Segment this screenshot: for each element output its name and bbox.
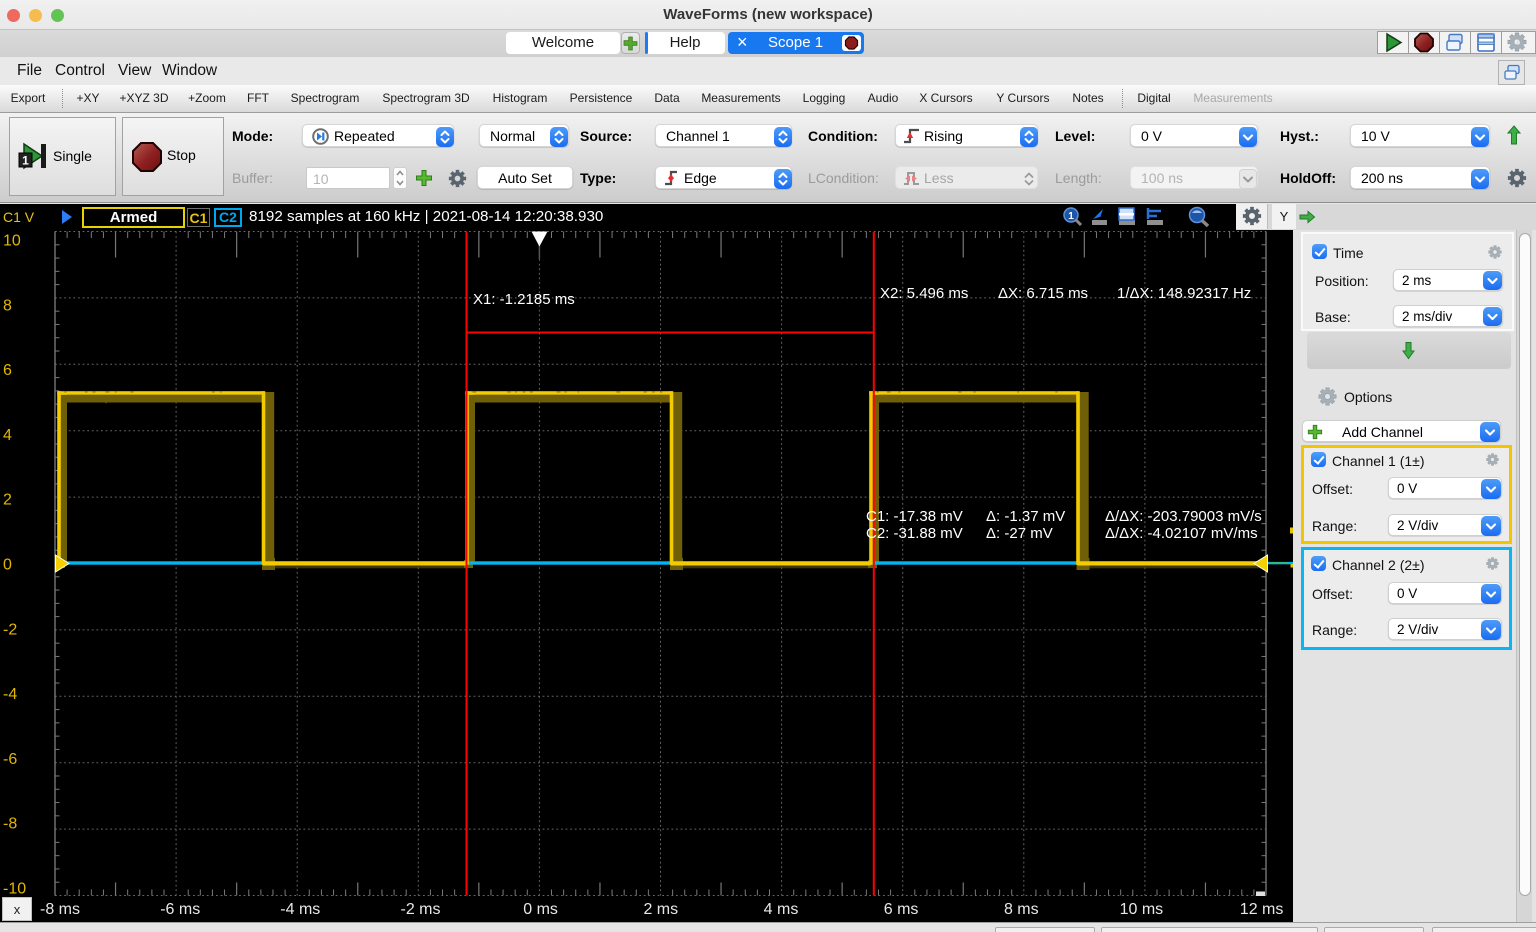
svg-text:C1: -17.38 mV: C1: -17.38 mV bbox=[866, 508, 963, 525]
svg-text:-4 ms: -4 ms bbox=[280, 901, 320, 918]
svg-text:-4: -4 bbox=[3, 686, 17, 703]
svg-text:0: 0 bbox=[3, 557, 12, 574]
svg-text:8 ms: 8 ms bbox=[1004, 901, 1039, 918]
svg-text:2: 2 bbox=[3, 492, 12, 509]
svg-text:C2: -31.88 mV: C2: -31.88 mV bbox=[866, 525, 963, 542]
svg-text:4: 4 bbox=[3, 427, 12, 444]
svg-text:-8: -8 bbox=[3, 816, 17, 833]
svg-text:-2 ms: -2 ms bbox=[401, 901, 441, 918]
svg-text:6 ms: 6 ms bbox=[884, 901, 919, 918]
svg-text:10: 10 bbox=[3, 233, 21, 250]
svg-text:8: 8 bbox=[3, 297, 12, 314]
svg-text:Δ: -27 mV: Δ: -27 mV bbox=[986, 525, 1053, 542]
svg-text:-8 ms: -8 ms bbox=[40, 901, 80, 918]
svg-text:-10: -10 bbox=[3, 881, 26, 898]
svg-text:Δ/ΔX: -203.79003 mV/s: Δ/ΔX: -203.79003 mV/s bbox=[1105, 508, 1262, 525]
svg-text:X1: -1.2185 ms: X1: -1.2185 ms bbox=[473, 291, 575, 308]
svg-text:Δ/ΔX: -4.02107 mV/ms: Δ/ΔX: -4.02107 mV/ms bbox=[1105, 525, 1258, 542]
svg-text:4 ms: 4 ms bbox=[764, 901, 799, 918]
svg-text:X2: 5.496 ms: X2: 5.496 ms bbox=[880, 285, 968, 302]
svg-text:Δ: -1.37 mV: Δ: -1.37 mV bbox=[986, 508, 1065, 525]
svg-text:12 ms: 12 ms bbox=[1240, 901, 1284, 918]
svg-text:0 ms: 0 ms bbox=[523, 901, 558, 918]
svg-text:-6 ms: -6 ms bbox=[160, 901, 200, 918]
svg-text:-2: -2 bbox=[3, 621, 17, 638]
svg-text:6: 6 bbox=[3, 362, 12, 379]
svg-text:ΔX: 6.715 ms: ΔX: 6.715 ms bbox=[998, 285, 1088, 302]
svg-text:-6: -6 bbox=[3, 751, 17, 768]
svg-text:2 ms: 2 ms bbox=[643, 901, 678, 918]
svg-text:1: 1 bbox=[22, 154, 29, 168]
svg-text:10 ms: 10 ms bbox=[1120, 901, 1164, 918]
svg-text:1: 1 bbox=[1068, 211, 1074, 222]
svg-text:1/ΔX: 148.92317 Hz: 1/ΔX: 148.92317 Hz bbox=[1117, 285, 1251, 302]
